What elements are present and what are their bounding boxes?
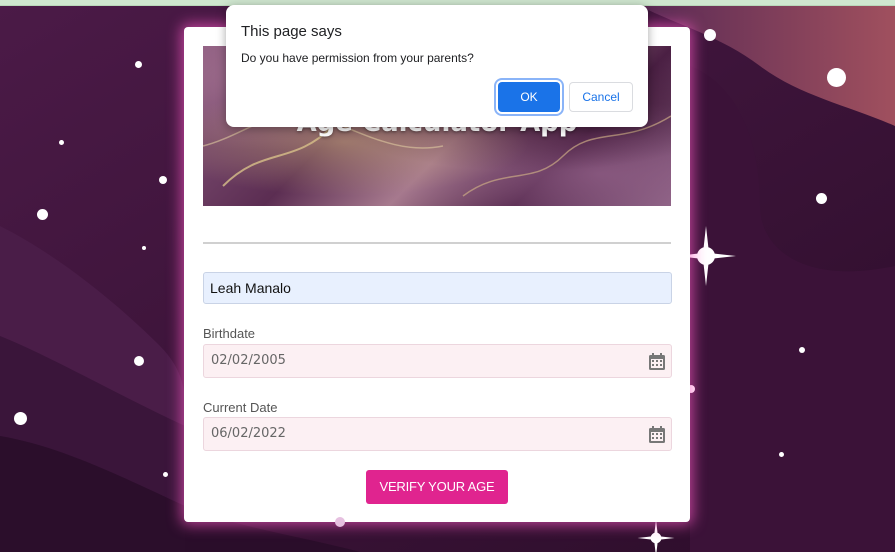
star bbox=[134, 356, 144, 366]
star bbox=[135, 61, 142, 68]
dialog-title: This page says bbox=[241, 23, 342, 40]
dialog-message: Do you have permission from your parents… bbox=[241, 51, 474, 65]
current-date-value: 06/02/2022 bbox=[211, 426, 286, 441]
star bbox=[816, 193, 827, 204]
ok-button[interactable]: OK bbox=[498, 82, 560, 112]
sparkle-star-icon bbox=[637, 519, 675, 552]
calendar-icon[interactable] bbox=[649, 426, 665, 443]
current-date-input[interactable]: 06/02/2022 bbox=[203, 417, 672, 451]
star bbox=[59, 140, 64, 145]
decorative-dot bbox=[335, 517, 345, 527]
alert-dialog: This page says Do you have permission fr… bbox=[226, 5, 648, 127]
name-input[interactable]: Leah Manalo bbox=[203, 272, 672, 304]
star bbox=[142, 246, 146, 250]
verify-age-button[interactable]: VERIFY YOUR AGE bbox=[366, 470, 508, 504]
star bbox=[827, 68, 846, 87]
divider bbox=[203, 242, 671, 244]
star bbox=[704, 29, 716, 41]
star bbox=[14, 412, 27, 425]
star bbox=[37, 209, 48, 220]
birthdate-input[interactable]: 02/02/2005 bbox=[203, 344, 672, 378]
cancel-button[interactable]: Cancel bbox=[569, 82, 633, 112]
current-date-label: Current Date bbox=[203, 400, 278, 415]
star bbox=[779, 452, 784, 457]
star bbox=[799, 347, 805, 353]
birthdate-label: Birthdate bbox=[203, 326, 256, 341]
calendar-icon[interactable] bbox=[649, 353, 665, 370]
birthdate-value: 02/02/2005 bbox=[211, 353, 286, 368]
star bbox=[163, 472, 168, 477]
star bbox=[159, 176, 167, 184]
